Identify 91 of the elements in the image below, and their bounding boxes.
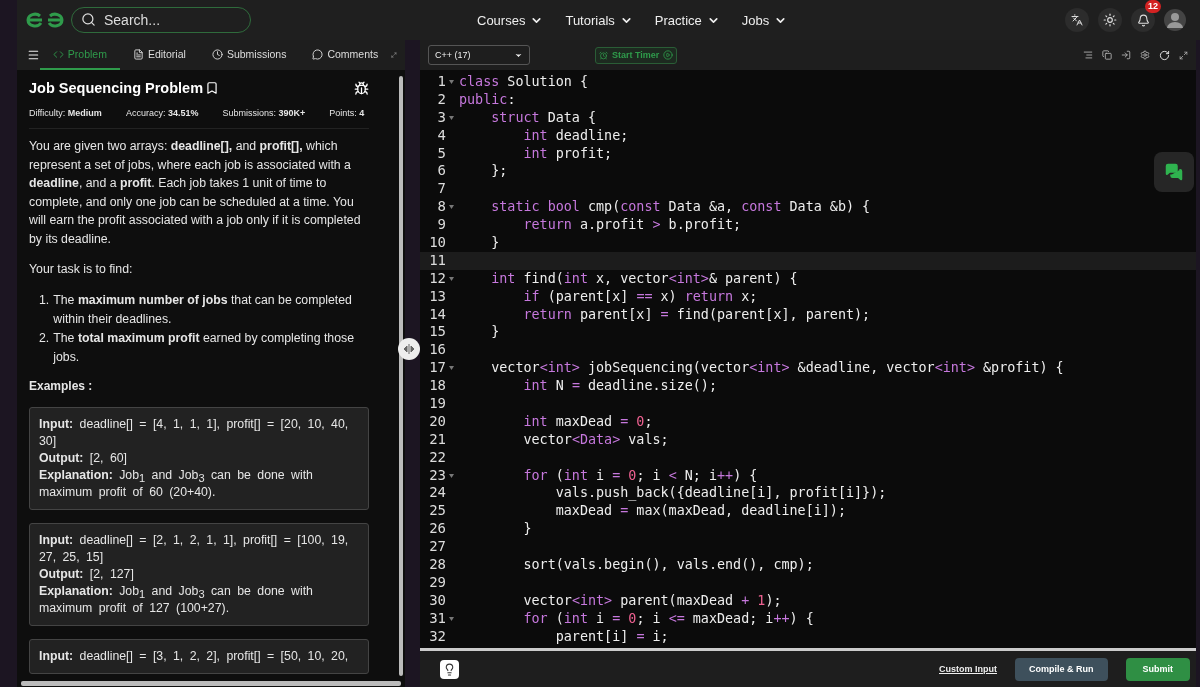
line-number: 25 [428,502,446,521]
line-number: 31 [428,609,446,628]
custom-input-link[interactable]: Custom Input [939,664,997,674]
code-line: int maxDead = 0; [522,412,653,431]
goal-text: The maximum number of jobs that can be completed within their deadlines. [53,291,353,328]
code-line: vector<Data> vals; [522,430,669,449]
line-number: 17 [428,359,446,378]
code-line: } [522,520,532,539]
list-number: 2. [39,329,50,347]
line-number: 13 [428,287,446,306]
tab[interactable]: Problem [39,40,120,70]
code-line: return parent[x] = find(parent[x], parent); [522,305,871,324]
line-number: 4 [436,126,446,145]
tab[interactable]: Editorial [119,40,199,70]
example-line: Explanation: Job$_{1}$ and Job$_{3}$ can be done with maximum profit of 60 (20+40). [39,466,314,501]
problem-stat: Accuracy: 34.51% [125,108,199,118]
code-line: vector<int> jobSequencing(vector<int> &deadline, vector<int> &profit) { [490,359,1064,378]
notification-badge: 12 [1145,0,1161,13]
problem-stat: Points: 4 [329,108,365,118]
tab[interactable]: Comments [299,40,392,70]
list-number: 1. [39,291,50,309]
line-number: 15 [428,323,446,342]
nav-menu[interactable]: Practice [654,12,720,28]
problem-stat: Difficulty: Medium [29,108,102,118]
example-line: Output: [2, 60] [39,449,128,467]
line-number: 30 [428,591,446,610]
line-number: 20 [428,412,446,431]
example-line: Input: deadline[] = [2, 1, 2, 1, 1], profit[] = [100, 19, 27, 25, 15] [39,531,350,566]
line-number: 27 [428,538,446,557]
code-line: sort(vals.begin(), vals.end(), cmp); [522,556,814,574]
line-number: 2 [436,90,446,109]
code-line: for (int i = 0; i < N; i++) { [522,466,758,485]
code-line: maxDead = max(maxDead, deadline[i]); [554,502,846,521]
code-line: parent[i] = i; [554,627,669,646]
code-line: } [490,234,500,252]
example-line: Output: [2, 127] [39,565,135,583]
tab[interactable]: Submissions [198,40,300,70]
nav-menu[interactable]: Jobs [741,12,788,28]
line-number: 28 [428,556,446,574]
line-number: 11 [428,251,446,270]
code-line: } [490,323,500,342]
start-timer-button[interactable]: Start Timer [595,46,678,64]
search-field[interactable]: Search... [71,7,251,33]
code-line: vector<int> parent(maxDead + 1); [522,591,782,610]
line-number: 7 [436,180,446,199]
line-number: 8 [436,198,446,217]
nav-menu[interactable]: Tutorials [565,12,633,28]
code-line: vals.push_back({deadline[i], profit[i]}); [554,484,887,503]
problem-title: Job Sequencing Problem [29,80,204,96]
task-text: Your task is to find: [29,261,134,278]
line-number: 21 [428,430,446,449]
line-number: 22 [428,448,446,467]
code-line: if (parent[x] == x) return x; [522,287,758,306]
code-line: static bool cmp(const Data &a, const Data &b) { [490,198,871,217]
code-line: }; [490,162,508,181]
line-number: 3 [436,108,446,127]
problem-stat: Submissions: 390K+ [222,108,306,118]
line-number: 14 [428,305,446,324]
line-number: 16 [428,341,446,360]
code-line: return a.profit > b.profit; [522,216,742,234]
line-number: 9 [436,216,446,234]
code-line: public: [458,90,516,109]
line-number: 5 [436,144,446,163]
language-select[interactable]: C++ (17) [428,45,530,65]
line-number: 19 [428,395,446,413]
line-number: 23 [428,466,446,485]
example-line: Explanation: Job$_{1}$ and Job$_{3}$ can be done with maximum profit of 127 (100+27). [39,582,314,617]
line-number: 32 [428,627,446,646]
line-number: 12 [428,269,446,288]
line-number: 26 [428,520,446,539]
code-line: class Solution { [458,73,588,91]
code-line: struct Data { [490,108,597,127]
problem-description: You are given two arrays: deadline[], and profit[], which represent a set of jobs, where each job is associated with a deadline, and a profit. Each job takes 1 unit of time to complete, and only one job can be scheduled at a time. You will earn the profit associated with a job only if it is completed by its deadline. [29,138,362,248]
action-button[interactable]: Compile & Run [1015,657,1108,681]
line-number: 29 [428,573,446,592]
action-button[interactable]: Submit [1125,657,1190,681]
line-number: 1 [436,73,446,91]
code-line: int find(int x, vector<int>& parent) { [490,269,798,288]
examples-heading: Examples : [29,378,94,393]
example-line: Input: deadline[] = [4, 1, 1, 1], profit[] = [20, 10, 40, 30] [39,415,350,450]
nav-menu[interactable]: Courses [477,12,544,28]
code-line: int profit; [522,144,613,163]
code-line: int N = deadline.size(); [522,377,717,396]
code-line: int deadline; [522,126,629,145]
line-number: 24 [428,484,446,503]
example-line: Input: deadline[] = [3, 1, 2, 2], profit[] = [50, 10, 20, [39,647,350,665]
line-number: 10 [428,234,446,252]
line-number: 18 [428,377,446,396]
goal-text: The total maximum profit earned by completing those jobs. [53,329,355,366]
code-line: for (int i = 0; i <= maxDead; i++) { [522,609,814,628]
line-number: 6 [436,162,446,181]
